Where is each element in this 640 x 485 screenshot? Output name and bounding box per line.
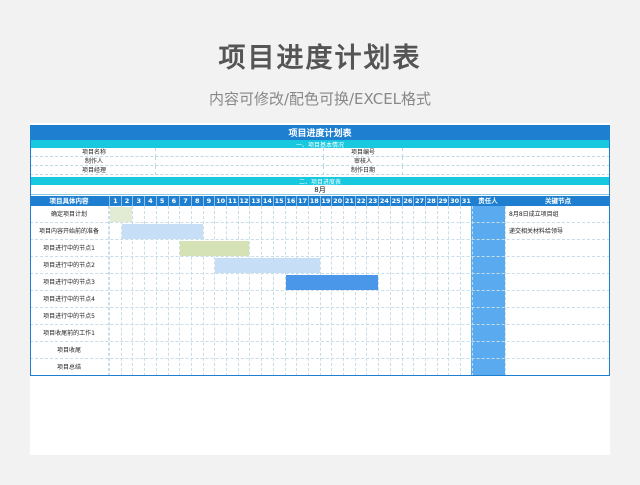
header-day: 29: [436, 196, 448, 206]
info-value[interactable]: [403, 166, 609, 175]
gantt-bar[interactable]: [110, 207, 133, 222]
schedule-header-row: 项目具体内容 责任人 关键节点 1 2 3 4 5 6 7 8 9 10 11 12 13 14 15 16 1…: [30, 196, 610, 206]
header-day: 3: [132, 196, 144, 206]
info-label: 审核人: [353, 158, 372, 165]
keypoint-cell[interactable]: 8月8日成立项目组: [506, 206, 610, 223]
header-day: 10: [214, 196, 226, 206]
info-value[interactable]: [403, 157, 609, 166]
header-day: 24: [378, 196, 389, 206]
table-row: 项目进行中的节点4: [30, 291, 610, 308]
header-owner: 责任人: [478, 197, 498, 205]
page-title: 项目进度计划表: [218, 43, 422, 74]
task-name[interactable]: 项目进行中的节点4: [30, 291, 108, 308]
gantt-bar[interactable]: [121, 224, 203, 239]
header-keypoint: 关键节点: [545, 197, 571, 205]
task-name[interactable]: 项目进行中的节点1: [30, 240, 108, 257]
header-day: 6: [167, 196, 180, 206]
keypoint-cell[interactable]: 递交相关材料给领导: [506, 223, 610, 240]
page-subtitle: 内容可修改/配色可换/EXCEL格式: [208, 90, 432, 108]
gantt-grid: 确定项目计划 8月8日成立项目组项目内容开始前的准备 递交相关材料给领导项目进行中的…: [30, 206, 610, 376]
table-row: 项目进行中的节点2: [30, 257, 610, 274]
sheet-title: 项目进度计划表: [30, 125, 610, 140]
info-value[interactable]: [156, 148, 322, 157]
header-day: 14: [261, 196, 272, 206]
spreadsheet: 项目进度计划表 一、项目基本情况 项目名称 项目编号 制作人 审核人 项目经理 …: [30, 123, 610, 455]
month-label: 8月: [30, 186, 610, 195]
info-label: 项目经理: [81, 167, 106, 174]
header-day: 13: [249, 196, 261, 206]
section-basic-info: 一、项目基本情况: [30, 140, 610, 148]
task-name[interactable]: 项目收尾: [30, 342, 108, 359]
table-row: 项目进行中的节点3: [30, 274, 610, 291]
header-day: 11: [226, 196, 237, 206]
table-row: 确定项目计划 8月8日成立项目组: [30, 206, 610, 223]
gantt-bar[interactable]: [285, 275, 379, 290]
info-value[interactable]: [156, 157, 322, 166]
keypoint-cell[interactable]: [506, 291, 610, 308]
header-day: 9: [202, 196, 215, 206]
keypoint-cell[interactable]: [506, 257, 610, 274]
keypoint-cell[interactable]: [506, 240, 610, 257]
header-day: 8: [190, 196, 203, 206]
header-day: 7: [179, 196, 191, 206]
info-value[interactable]: [403, 148, 609, 157]
header-task: 项目具体内容: [49, 197, 89, 205]
header-day: 16: [284, 196, 296, 206]
section-schedule: 二、项目进度表: [30, 177, 610, 185]
table-row: 项目收尾: [30, 342, 610, 359]
header-day: 30: [448, 196, 460, 206]
keypoint-cell[interactable]: [506, 308, 610, 325]
header-day: 31: [460, 196, 471, 206]
header-day: 21: [343, 196, 354, 206]
gantt-bar[interactable]: [180, 241, 250, 256]
header-day: 4: [144, 196, 156, 206]
task-name[interactable]: 项目内容开始前的准备: [30, 223, 108, 240]
header-day: 15: [272, 196, 284, 206]
info-label: 制作日期: [350, 167, 375, 174]
table-row: 项目进行中的节点5: [30, 308, 610, 325]
keypoint-cell[interactable]: [506, 325, 610, 342]
info-row: 项目经理 制作日期: [30, 166, 610, 175]
header-day: 19: [319, 196, 331, 206]
info-label: 项目编号: [350, 149, 375, 156]
table-row: 项目总结: [30, 359, 610, 376]
task-name[interactable]: 项目进行中的节点5: [30, 308, 108, 325]
header-day: 2: [120, 196, 133, 206]
header-day: 5: [155, 196, 168, 206]
info-row: 项目名称 项目编号: [30, 148, 610, 157]
info-row: 制作人 审核人: [30, 157, 610, 166]
gantt-bar[interactable]: [215, 258, 320, 273]
keypoint-cell[interactable]: [506, 274, 610, 291]
header-day: 18: [307, 196, 319, 206]
task-name[interactable]: 项目收尾前的工作1: [30, 325, 108, 342]
header-day: 1: [109, 196, 121, 206]
header-day: 25: [389, 196, 401, 206]
keypoint-cell[interactable]: [506, 359, 610, 376]
task-name[interactable]: 确定项目计划: [30, 206, 108, 223]
header-day: 17: [296, 196, 308, 206]
header-day: 20: [331, 196, 343, 206]
task-name[interactable]: 项目总结: [30, 359, 108, 376]
header-day: 23: [366, 196, 378, 206]
table-row: 项目收尾前的工作1: [30, 325, 610, 342]
task-name[interactable]: 项目进行中的节点2: [30, 257, 108, 274]
table-row: 项目进行中的节点1: [30, 240, 610, 257]
keypoint-cell[interactable]: [506, 342, 610, 359]
header-day: 12: [237, 196, 249, 206]
header-day: 28: [424, 196, 436, 206]
info-label: 制作人: [84, 158, 103, 165]
table-row: 项目内容开始前的准备 递交相关材料给领导: [30, 223, 610, 240]
header-day: 22: [354, 196, 366, 206]
task-name[interactable]: 项目进行中的节点3: [30, 274, 108, 291]
header-day: 26: [401, 196, 413, 206]
info-label: 项目名称: [81, 149, 106, 156]
info-value[interactable]: [156, 166, 322, 175]
header-day: 27: [413, 196, 425, 206]
